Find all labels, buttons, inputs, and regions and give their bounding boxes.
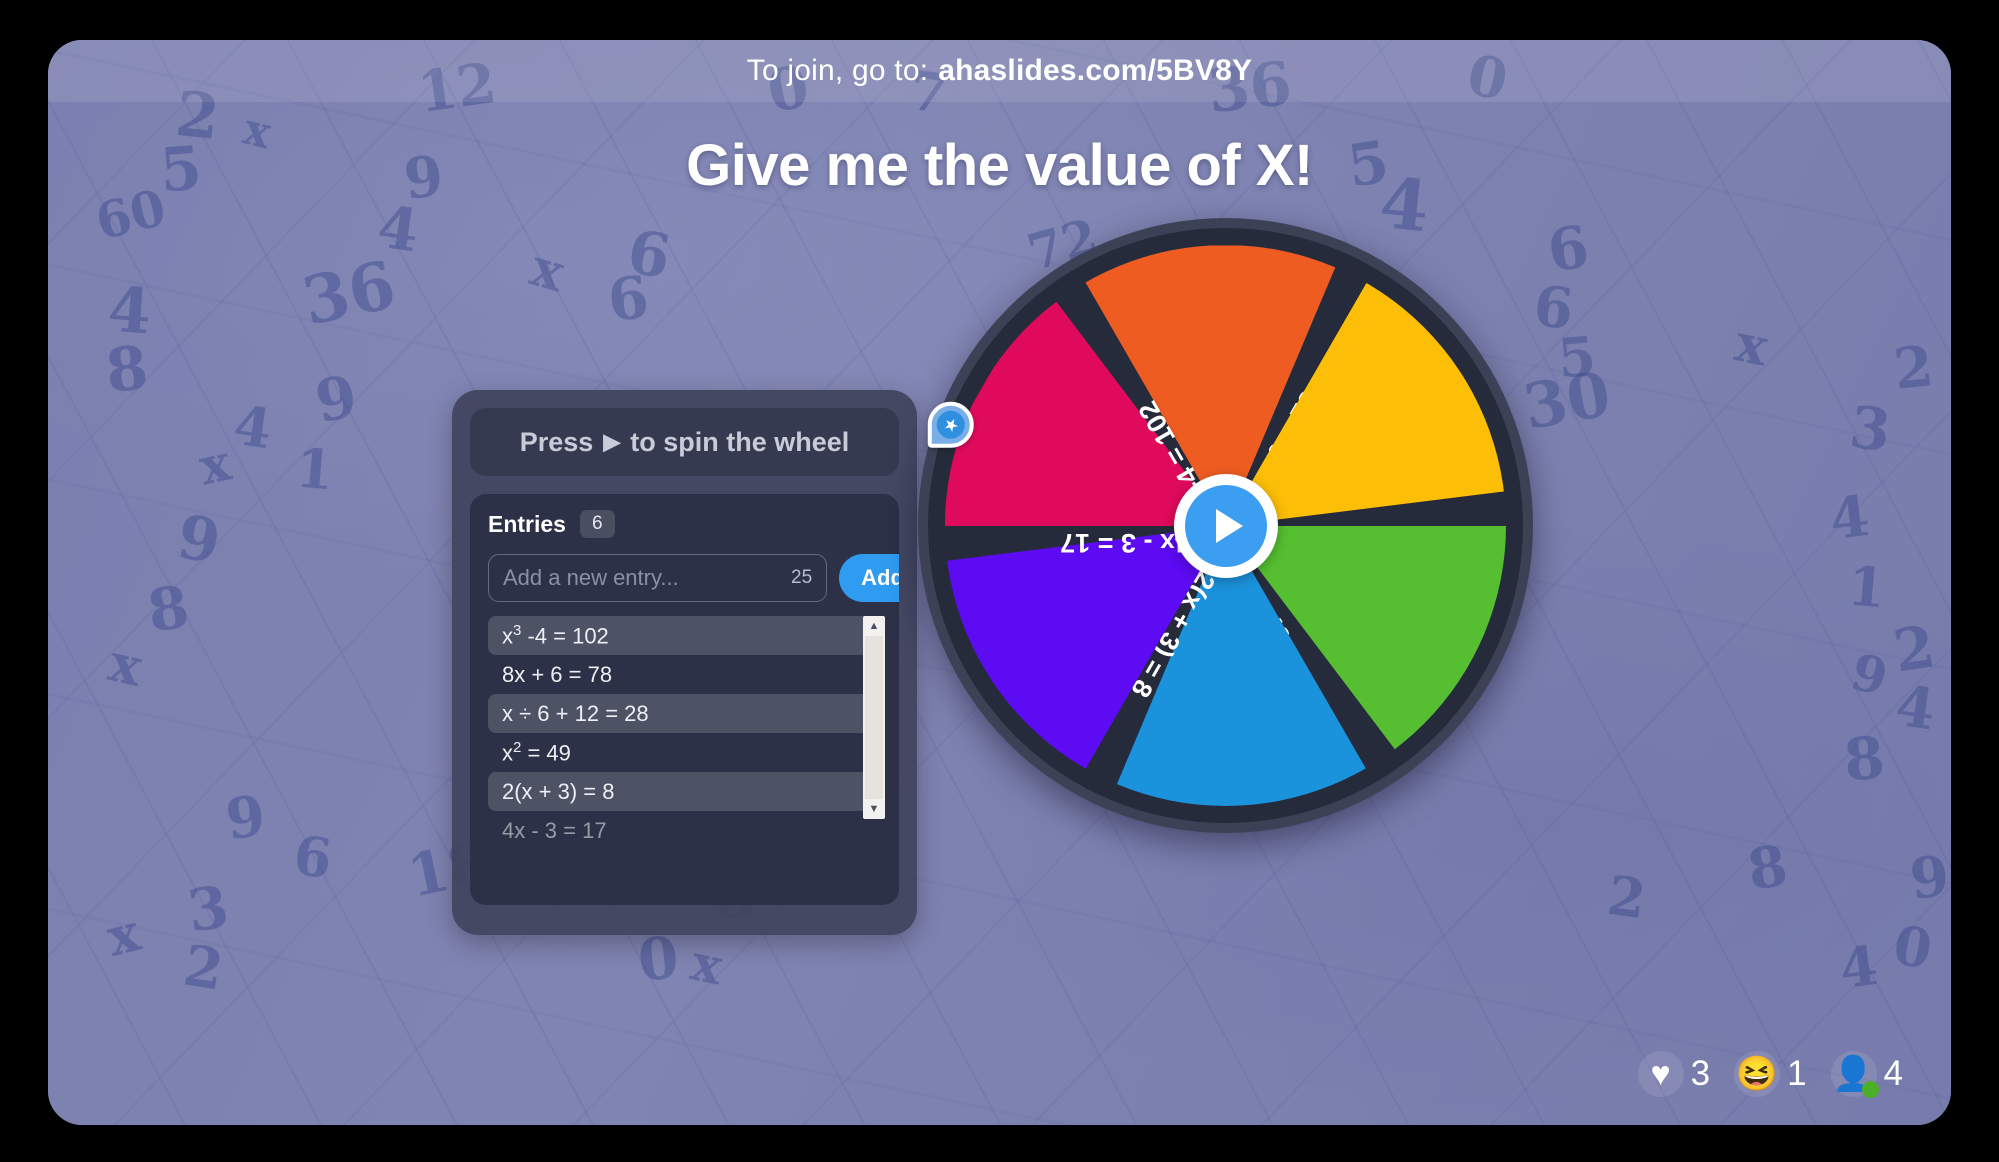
wheel-spin-inner bbox=[1184, 484, 1267, 567]
pin-star: ★ bbox=[930, 404, 971, 445]
laugh-icon[interactable]: 😆 bbox=[1734, 1051, 1781, 1097]
laugh-count: 1 bbox=[1787, 1054, 1807, 1093]
pin-drop: ★ bbox=[927, 401, 974, 448]
spin-hint-before: Press bbox=[519, 426, 594, 457]
reaction-laugh[interactable]: 😆 1 bbox=[1726, 1051, 1814, 1097]
entries-scrollbar[interactable]: ▲ ▼ bbox=[863, 616, 885, 819]
spin-hint-after: to spin the wheel bbox=[630, 426, 850, 457]
scroll-down-icon[interactable]: ▼ bbox=[863, 799, 885, 819]
scroll-up-icon[interactable]: ▲ bbox=[863, 616, 885, 636]
entry-text: 4x - 3 = 17 bbox=[502, 817, 607, 843]
spin-hint-banner: Press ▶ to spin the wheel bbox=[470, 408, 899, 476]
play-triangle-icon: ▶ bbox=[603, 429, 621, 454]
entries-label: Entries bbox=[488, 510, 566, 537]
list-item[interactable]: 4x - 3 = 17 bbox=[488, 811, 881, 850]
reaction-bar: ♥ 3 😆 1 👤 4 bbox=[1630, 1051, 1911, 1098]
heart-count: 3 bbox=[1690, 1054, 1711, 1093]
add-entry-button[interactable]: Add bbox=[839, 554, 899, 602]
wheel-spin-button[interactable] bbox=[1173, 473, 1278, 578]
entry-text: 2(x + 3) = 8 bbox=[502, 778, 615, 804]
entries-container: Entries 6 25 Add x3 -4 = 102 8x + 6 = 78… bbox=[470, 494, 899, 905]
list-item[interactable]: 8x + 6 = 78 bbox=[488, 655, 881, 694]
list-item[interactable]: x ÷ 6 + 12 = 28 bbox=[488, 694, 881, 733]
online-dot-icon bbox=[1861, 1081, 1879, 1098]
join-bar: To join, go to: ahaslides.com/5BV8Y bbox=[48, 40, 1951, 102]
new-entry-input[interactable] bbox=[503, 565, 791, 591]
entry-text: x ÷ 6 + 12 = 28 bbox=[502, 700, 649, 726]
entry-list[interactable]: x3 -4 = 102 8x + 6 = 78 x ÷ 6 + 12 = 28 … bbox=[488, 616, 885, 850]
heart-icon[interactable]: ♥ bbox=[1637, 1051, 1684, 1097]
entries-header: Entries 6 bbox=[488, 510, 881, 538]
scrollbar-thumb[interactable] bbox=[865, 636, 883, 799]
spinner-wheel[interactable]: 8x + 6 = 78x ÷ 6 + 12 ...x2 = 492(x + 3)… bbox=[918, 218, 1533, 833]
add-entry-field[interactable]: 25 bbox=[488, 554, 828, 602]
entries-panel: Press ▶ to spin the wheel Entries 6 25 A… bbox=[452, 390, 917, 935]
list-item[interactable]: x3 -4 = 102 bbox=[488, 616, 881, 655]
list-item[interactable]: 2(x + 3) = 8 bbox=[488, 772, 881, 811]
play-icon bbox=[1215, 508, 1243, 543]
entry-text: 8x + 6 = 78 bbox=[502, 661, 613, 687]
screen-root: 1225x073605494606636x72482665x94x1303298… bbox=[0, 0, 1999, 1162]
page-title: Give me the value of X! bbox=[686, 133, 1313, 198]
presentation-slide: 1225x073605494606636x72482665x94x1303298… bbox=[48, 40, 1951, 1125]
add-entry-row: 25 Add bbox=[488, 554, 899, 602]
participants: 👤 4 bbox=[1823, 1051, 1911, 1098]
join-url: ahaslides.com/5BV8Y bbox=[938, 54, 1253, 87]
reaction-heart[interactable]: ♥ 3 bbox=[1630, 1051, 1718, 1097]
participant-count: 4 bbox=[1883, 1054, 1903, 1093]
entries-count-badge: 6 bbox=[579, 510, 615, 538]
person-icon: 👤 bbox=[1830, 1051, 1879, 1098]
join-lead-text: To join, go to: bbox=[746, 54, 929, 87]
entry-text: x2 = 49 bbox=[502, 738, 571, 766]
entry-text: x3 -4 = 102 bbox=[502, 621, 609, 649]
char-limit-label: 25 bbox=[791, 567, 813, 588]
list-item[interactable]: x2 = 49 bbox=[488, 733, 881, 772]
